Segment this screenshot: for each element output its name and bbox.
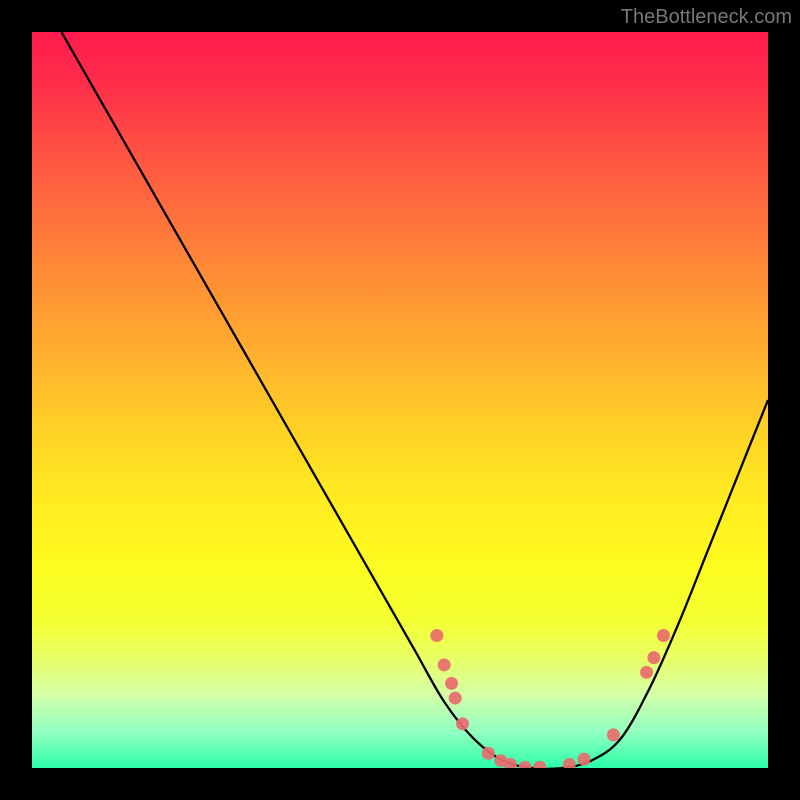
- chart-svg: [32, 32, 768, 768]
- data-point-marker: [445, 677, 458, 690]
- data-point-marker: [578, 753, 591, 766]
- data-point-marker: [533, 761, 546, 768]
- plot-area: [32, 32, 768, 768]
- data-point-marker: [563, 758, 576, 768]
- chart-frame: TheBottleneck.com: [0, 0, 800, 800]
- data-point-marker: [456, 717, 469, 730]
- data-point-marker: [647, 651, 660, 664]
- data-point-marker: [640, 666, 653, 679]
- attribution-text: TheBottleneck.com: [621, 6, 792, 29]
- bottleneck-curve: [61, 32, 768, 768]
- data-point-marker: [519, 761, 532, 768]
- data-point-marker: [482, 747, 495, 760]
- data-point-marker: [430, 629, 443, 642]
- data-point-marker: [438, 658, 451, 671]
- data-point-marker: [657, 629, 670, 642]
- curve-group: [61, 32, 768, 768]
- marker-group: [430, 629, 670, 768]
- data-point-marker: [449, 692, 462, 705]
- data-point-marker: [607, 728, 620, 741]
